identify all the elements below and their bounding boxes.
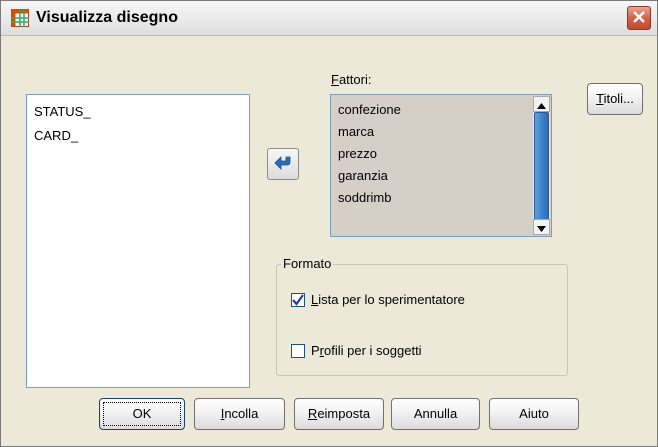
triangle-up-icon [537, 97, 546, 112]
help-button[interactable]: Aiuto [489, 398, 579, 430]
close-button[interactable] [627, 6, 651, 30]
scroll-up-button[interactable] [533, 96, 550, 112]
titles-button[interactable]: Titoli... [587, 83, 643, 115]
checkbox-subject-profiles[interactable]: Profili per i soggetti [291, 343, 422, 358]
format-groupbox [276, 264, 568, 376]
format-group-legend: Formato [281, 256, 334, 272]
arrow-left-icon [274, 155, 292, 174]
grid-table-icon [11, 9, 29, 27]
focus-rectangle [103, 402, 181, 426]
list-item[interactable]: marca [331, 121, 532, 143]
factors-label: Fattori: [331, 72, 372, 87]
dialog-window: Visualizza disegno STATUS_ CARD_ Fattori [0, 0, 658, 447]
checkbox-unchecked[interactable] [291, 343, 305, 358]
close-icon [632, 10, 646, 27]
factors-list[interactable]: confezione marca prezzo garanzia soddrim… [330, 94, 552, 237]
scroll-down-button[interactable] [533, 219, 550, 235]
move-variable-button[interactable] [267, 148, 299, 180]
list-item[interactable]: soddrimb [331, 187, 532, 209]
cancel-button[interactable]: Annulla [391, 398, 480, 430]
dialog-button-row: OK Incolla Reimposta Annulla Aiuto [1, 396, 657, 432]
checkbox-label: Profili per i soggetti [311, 343, 422, 358]
list-item[interactable]: CARD_ [27, 124, 249, 148]
window-title: Visualizza disegno [36, 9, 178, 26]
factors-scrollbar[interactable] [533, 96, 550, 235]
checkbox-experimenter-list[interactable]: Lista per lo sperimentatore [291, 292, 465, 307]
checkbox-label: Lista per lo sperimentatore [311, 292, 465, 307]
list-item[interactable]: prezzo [331, 143, 532, 165]
reset-button[interactable]: Reimposta [294, 398, 384, 430]
scroll-thumb[interactable] [534, 112, 549, 220]
paste-button[interactable]: Incolla [194, 398, 285, 430]
title-bar[interactable]: Visualizza disegno [1, 1, 657, 36]
ok-button[interactable]: OK [99, 398, 185, 430]
source-variable-list[interactable]: STATUS_ CARD_ [26, 94, 250, 388]
list-item[interactable]: garanzia [331, 165, 532, 187]
list-item[interactable]: STATUS_ [27, 100, 249, 124]
list-item[interactable]: confezione [331, 99, 532, 121]
checkbox-checked[interactable] [291, 292, 305, 307]
dialog-body: STATUS_ CARD_ Fattori: confezione marca … [1, 36, 657, 446]
triangle-down-icon [537, 220, 546, 235]
